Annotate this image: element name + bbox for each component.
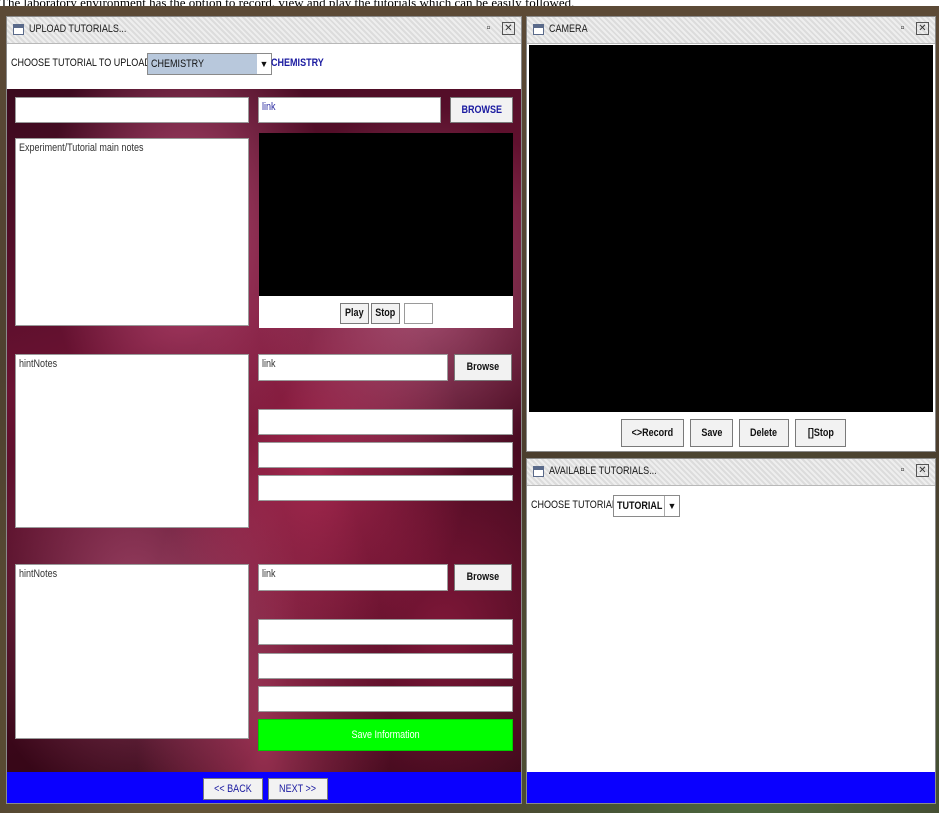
hint-1-option-field-1[interactable]: [258, 409, 513, 435]
hint-1-option-field-2[interactable]: [258, 442, 513, 468]
chevron-down-icon[interactable]: ▼: [664, 496, 679, 516]
camera-titlebar[interactable]: CAMERA ▫ ✕: [527, 17, 935, 44]
next-button[interactable]: NEXT >>: [268, 778, 328, 800]
camera-delete-button[interactable]: Delete: [739, 419, 789, 447]
upload-window-title: UPLOAD TUTORIALS...: [29, 23, 127, 35]
main-link-field[interactable]: link: [258, 97, 441, 123]
window-icon: [533, 24, 544, 35]
tutorials-titlebar[interactable]: AVAILABLE TUTORIALS... ▫ ✕: [527, 459, 935, 486]
upload-tutorials-window: UPLOAD TUTORIALS... ▫ ✕ CHOOSE TUTORIAL …: [6, 16, 522, 804]
window-icon: [533, 466, 544, 477]
camera-preview: [529, 45, 933, 412]
back-button[interactable]: << BACK: [203, 778, 263, 800]
hint-notes-2-textarea[interactable]: hintNotes: [15, 564, 249, 739]
subject-display: CHEMISTRY: [271, 57, 324, 69]
time-counter-field[interactable]: [404, 303, 433, 324]
close-icon[interactable]: ✕: [916, 464, 929, 477]
hint-2-option-field-2[interactable]: [258, 653, 513, 679]
upload-bottom-bar: [7, 772, 521, 803]
hint-1-browse-button[interactable]: Browse: [454, 354, 512, 381]
video-preview: [259, 133, 513, 296]
window-icon: [13, 24, 24, 35]
camera-window: CAMERA ▫ ✕ <>Record Save Delete []Stop: [526, 16, 936, 452]
tutorials-bottom-bar: [527, 772, 935, 803]
restore-icon[interactable]: ▫: [896, 464, 909, 477]
stop-button[interactable]: Stop: [371, 303, 400, 324]
tutorial-select-value: TUTORIAL: [617, 500, 663, 512]
subject-select[interactable]: CHEMISTRY ▼: [147, 53, 272, 75]
tutorial-select[interactable]: TUTORIAL ▼: [613, 495, 680, 517]
hint-2-option-field-3[interactable]: [258, 686, 513, 712]
camera-save-button[interactable]: Save: [690, 419, 733, 447]
close-icon[interactable]: ✕: [502, 22, 515, 35]
upload-titlebar[interactable]: UPLOAD TUTORIALS... ▫ ✕: [7, 17, 521, 44]
subject-select-value: CHEMISTRY: [151, 58, 204, 70]
hint-2-option-field-1[interactable]: [258, 619, 513, 645]
play-button[interactable]: Play: [340, 303, 369, 324]
restore-icon[interactable]: ▫: [896, 22, 909, 35]
hint-2-link-field[interactable]: link: [258, 564, 448, 591]
camera-window-title: CAMERA: [549, 23, 588, 35]
available-tutorials-window: AVAILABLE TUTORIALS... ▫ ✕ CHOOSE TUTORI…: [526, 458, 936, 804]
hint-1-option-field-3[interactable]: [258, 475, 513, 501]
tutorial-title-field[interactable]: [15, 97, 249, 123]
browse-button[interactable]: BROWSE: [450, 97, 513, 123]
camera-stop-button[interactable]: []Stop: [795, 419, 846, 447]
hint-1-link-field[interactable]: link: [258, 354, 448, 381]
chevron-down-icon[interactable]: ▼: [257, 54, 271, 74]
main-notes-textarea[interactable]: Experiment/Tutorial main notes: [15, 138, 249, 326]
restore-icon[interactable]: ▫: [482, 22, 495, 35]
record-button[interactable]: <>Record: [621, 419, 684, 447]
save-information-button[interactable]: Save Information: [258, 719, 513, 751]
tutorials-window-title: AVAILABLE TUTORIALS...: [549, 465, 657, 477]
close-icon[interactable]: ✕: [916, 22, 929, 35]
hint-2-browse-button[interactable]: Browse: [454, 564, 512, 591]
hint-notes-1-textarea[interactable]: hintNotes: [15, 354, 249, 528]
